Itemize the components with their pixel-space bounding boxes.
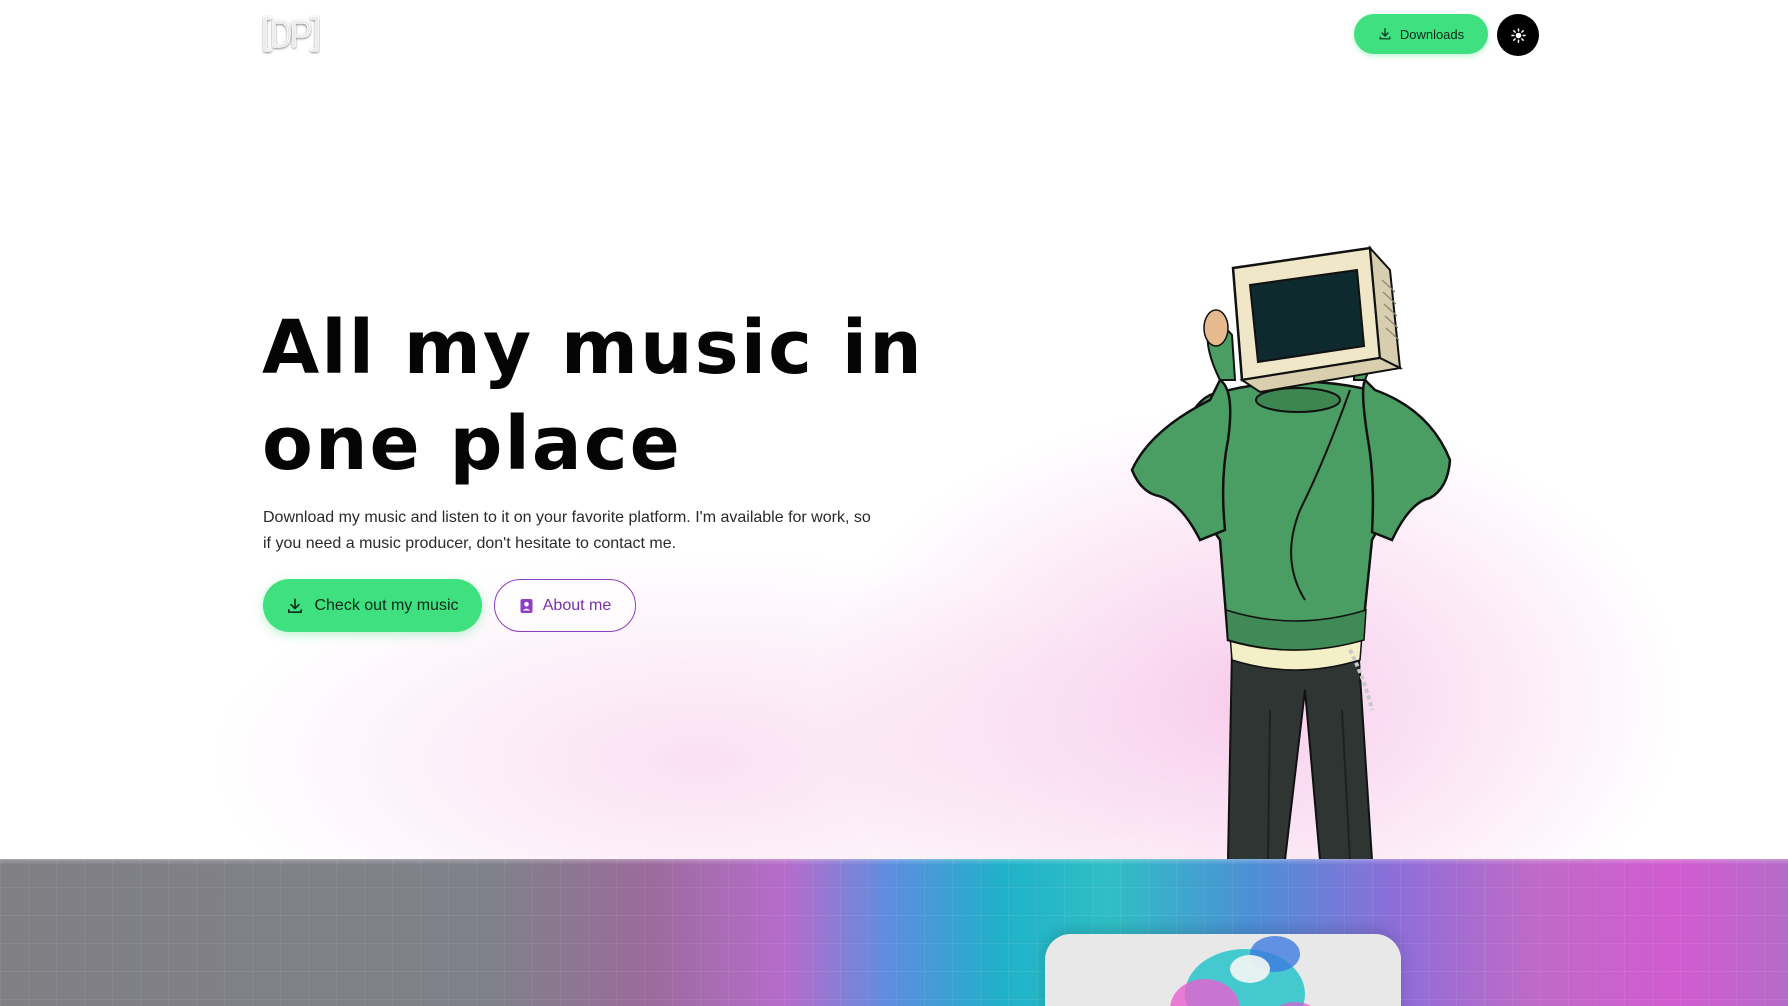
album-cover-card[interactable] — [1045, 934, 1401, 1006]
hero-title-line-1: All my music in — [262, 305, 924, 391]
check-out-music-button[interactable]: Check out my music — [263, 579, 482, 632]
hero-title: All my music in one place — [262, 300, 962, 492]
download-icon — [288, 597, 303, 613]
about-me-button[interactable]: About me — [494, 579, 636, 632]
monitor-head-character-illustration — [1130, 245, 1452, 861]
check-out-music-label: Check out my music — [314, 596, 459, 614]
downloads-button[interactable]: Downloads — [1354, 14, 1488, 54]
hero-illustration — [1110, 240, 1540, 861]
logo-mark — [263, 16, 319, 52]
site-logo[interactable] — [262, 14, 320, 54]
hero-title-line-2: one place — [262, 401, 682, 487]
download-icon — [1379, 28, 1391, 40]
page: Downloads All my music in one place Down… — [0, 0, 1788, 1006]
contact-card-icon — [520, 598, 533, 613]
theme-toggle-button[interactable] — [1497, 14, 1539, 56]
album-cover-art — [1045, 934, 1401, 1006]
music-showcase-band — [0, 859, 1788, 1006]
about-me-label: About me — [542, 596, 612, 614]
downloads-button-label: Downloads — [1399, 26, 1465, 42]
sun-icon — [1510, 27, 1526, 43]
hero-description: Download my music and listen to it on yo… — [263, 509, 871, 552]
